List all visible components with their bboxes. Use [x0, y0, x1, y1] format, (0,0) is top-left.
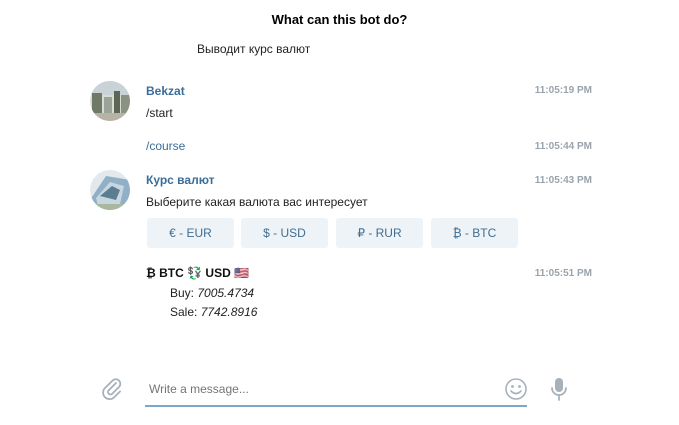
message-text: Выберите какая валюта вас интересует: [146, 195, 368, 209]
keyboard-button-usd[interactable]: $ - USD: [241, 218, 328, 248]
message-time: 11:05:51 PM: [534, 268, 592, 279]
microphone-icon[interactable]: [549, 376, 569, 407]
intro-title: What can this bot do?: [271, 12, 408, 27]
rate-header-text: BTC 💱 USD 🇺🇸: [159, 266, 250, 280]
command-link[interactable]: /course: [146, 139, 185, 153]
message-input[interactable]: [149, 382, 489, 396]
avatar-bot[interactable]: [90, 170, 130, 210]
message-sender[interactable]: Курс валют: [146, 173, 215, 187]
keyboard-button-btc[interactable]: ₿ - BTC: [431, 218, 518, 248]
message-time: 11:05:44 PM: [534, 141, 592, 152]
buy-row: Buy: 7005.4734: [170, 286, 254, 300]
intro-description: Выводит курс валют: [197, 42, 311, 56]
smiley-icon[interactable]: [504, 377, 528, 406]
sale-value: 7742.8916: [200, 305, 258, 319]
keyboard-button-eur[interactable]: € - EUR: [147, 218, 234, 248]
buy-label: Buy:: [170, 286, 195, 300]
buy-value: 7005.4734: [197, 286, 255, 300]
avatar-bekzat[interactable]: [90, 81, 130, 121]
sale-label: Sale:: [170, 305, 198, 319]
paperclip-icon[interactable]: [100, 377, 124, 406]
message-time: 11:05:43 PM: [534, 175, 592, 186]
rate-header: ₿ BTC 💱 USD 🇺🇸: [146, 266, 249, 280]
keyboard-button-rur[interactable]: ₽ - RUR: [336, 218, 423, 248]
message-time: 11:05:19 PM: [534, 85, 592, 96]
message-sender[interactable]: Bekzat: [146, 84, 185, 98]
message-text: /start: [146, 106, 173, 120]
btc-symbol: ₿: [146, 266, 156, 280]
input-underline: [145, 405, 527, 407]
sale-row: Sale: 7742.8916: [170, 305, 257, 319]
